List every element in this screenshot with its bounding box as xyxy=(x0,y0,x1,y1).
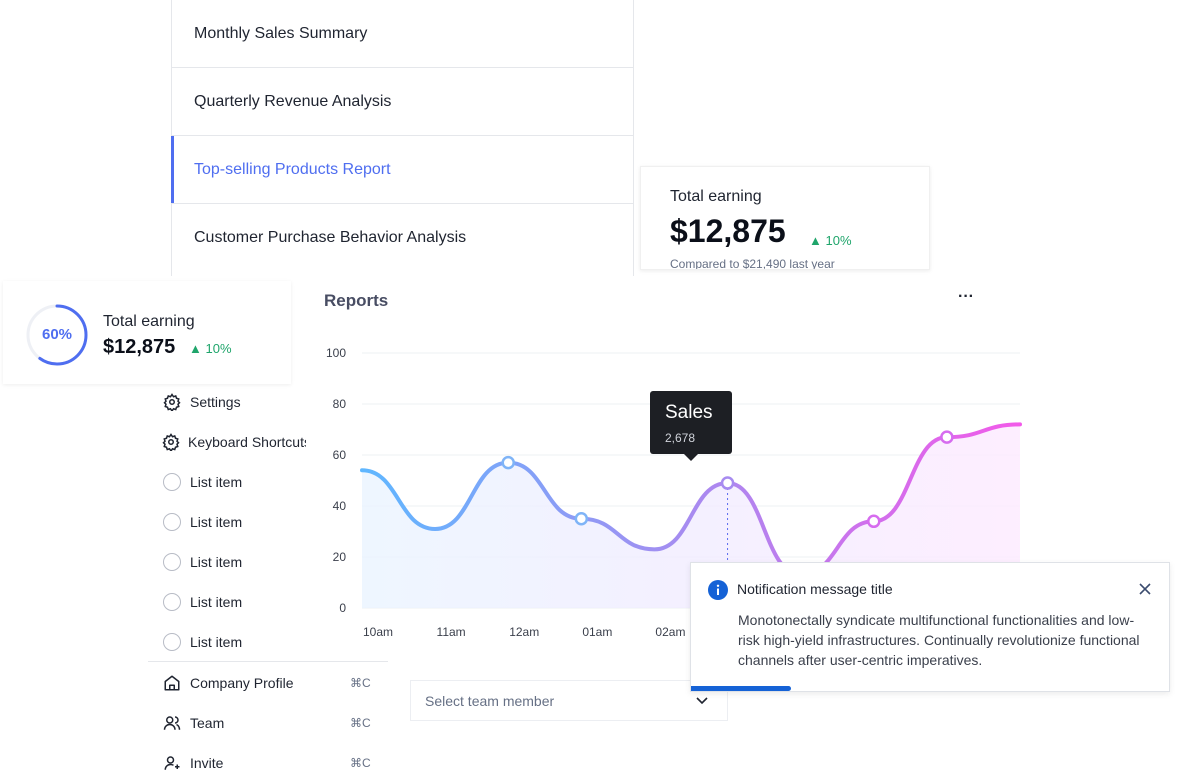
radio-icon xyxy=(162,552,182,572)
select-placeholder: Select team member xyxy=(425,693,555,709)
trend-up-icon: ▲ xyxy=(189,341,202,356)
home-icon xyxy=(162,673,182,693)
progress-delta-value: 10% xyxy=(205,341,232,356)
notification: Notification message title Monotonectall… xyxy=(690,562,1170,692)
data-point[interactable] xyxy=(720,476,735,490)
gear-icon xyxy=(162,432,180,452)
menu-item-team[interactable]: Team ⌘C xyxy=(148,703,388,743)
reports-title: Reports xyxy=(324,291,389,310)
progress-ring: 60% xyxy=(22,303,92,367)
notification-body: Monotonectally syndicate multifunctional… xyxy=(738,612,1140,668)
radio-icon xyxy=(162,512,182,532)
report-item-monthly-sales[interactable]: Monthly Sales Summary xyxy=(172,0,633,68)
radio-icon xyxy=(162,592,182,612)
list-item[interactable]: List item xyxy=(148,582,306,622)
shortcut-hint: ⌘C xyxy=(350,716,371,730)
earning-card: Total earning $12,875 ▲ 10% Compared to … xyxy=(640,166,930,270)
y-tick-label: 40 xyxy=(333,499,347,513)
y-tick-label: 20 xyxy=(333,550,347,564)
radio-icon xyxy=(162,472,182,492)
tooltip-label: Sales xyxy=(665,402,713,423)
user-plus-icon xyxy=(162,753,182,773)
menu-item-keyboard-shortcuts[interactable]: Keyboard Shortcuts xyxy=(148,422,306,462)
chart-tooltip: Sales 2,678 xyxy=(650,391,732,461)
menu-item-invite[interactable]: Invite ⌘C xyxy=(148,743,388,783)
team-member-select[interactable]: Select team member xyxy=(410,680,728,721)
list-item[interactable]: List item xyxy=(148,462,306,502)
menu-label-invite: Invite xyxy=(190,755,224,771)
list-item-label: List item xyxy=(190,514,243,530)
report-item-quarterly-revenue[interactable]: Quarterly Revenue Analysis xyxy=(172,68,633,136)
notification-progress-bar xyxy=(691,686,792,691)
close-icon[interactable] xyxy=(1137,581,1153,597)
y-tick-label: 0 xyxy=(339,601,346,615)
y-tick-label: 60 xyxy=(333,448,347,462)
earning-delta: ▲ 10% xyxy=(809,233,852,248)
radio-icon xyxy=(162,632,182,652)
x-tick-label: 10am xyxy=(363,625,393,639)
list-item-label: List item xyxy=(190,474,243,490)
x-tick-label: 12am xyxy=(509,625,539,639)
list-item[interactable]: List item xyxy=(148,502,306,542)
tooltip-value: 2,678 xyxy=(665,431,696,445)
notification-title: Notification message title xyxy=(737,581,893,597)
menu-label-company-profile: Company Profile xyxy=(190,675,294,691)
menu-divider xyxy=(148,661,388,662)
tooltip-arrow xyxy=(684,454,698,461)
report-item-top-selling[interactable]: Top-selling Products Report xyxy=(171,136,633,204)
menu-item-settings[interactable]: Settings xyxy=(148,382,306,422)
earning-value: $12,875 xyxy=(670,213,786,249)
earning-comparison: Compared to $21,490 last year xyxy=(670,257,835,270)
progress-delta: ▲ 10% xyxy=(189,341,232,356)
progress-percent: 60% xyxy=(41,326,73,343)
report-list: Monthly Sales Summary Quarterly Revenue … xyxy=(171,0,634,276)
list-item-label: List item xyxy=(190,594,243,610)
menu-label-team: Team xyxy=(190,715,225,731)
trend-up-icon: ▲ xyxy=(809,233,822,248)
earning-label: Total earning xyxy=(670,188,762,205)
team-icon xyxy=(162,713,182,733)
chevron-down-icon xyxy=(696,697,708,705)
x-tick-label: 02am xyxy=(655,625,685,639)
earning-progress-card: 60% Total earning $12,875 ▲ 10% xyxy=(3,281,291,384)
y-tick-label: 100 xyxy=(326,346,346,360)
list-item-label: List item xyxy=(190,634,243,650)
info-icon xyxy=(708,580,728,600)
x-tick-label: 01am xyxy=(582,625,612,639)
data-point[interactable] xyxy=(574,512,589,526)
earning-delta-value: 10% xyxy=(825,233,852,248)
data-point[interactable] xyxy=(940,430,954,444)
data-point[interactable] xyxy=(501,455,515,470)
x-tick-label: 11am xyxy=(437,625,466,639)
more-options-button[interactable]: ··· xyxy=(955,289,977,310)
shortcut-hint: ⌘C xyxy=(350,756,371,770)
menu-item-company-profile[interactable]: Company Profile ⌘C xyxy=(148,663,388,703)
gear-icon xyxy=(162,392,182,412)
progress-label: Total earning xyxy=(103,313,195,330)
menu-label-keyboard-shortcuts: Keyboard Shortcuts xyxy=(188,434,306,450)
shortcut-hint: ⌘C xyxy=(350,676,371,690)
progress-value: $12,875 xyxy=(103,336,176,358)
data-point[interactable] xyxy=(867,514,881,529)
list-item-label: List item xyxy=(190,554,243,570)
menu-label-settings: Settings xyxy=(190,394,241,410)
list-item[interactable]: List item xyxy=(148,542,306,582)
y-tick-label: 80 xyxy=(333,397,347,411)
list-item[interactable]: List item xyxy=(148,622,306,662)
report-item-customer-behavior[interactable]: Customer Purchase Behavior Analysis xyxy=(172,204,633,272)
